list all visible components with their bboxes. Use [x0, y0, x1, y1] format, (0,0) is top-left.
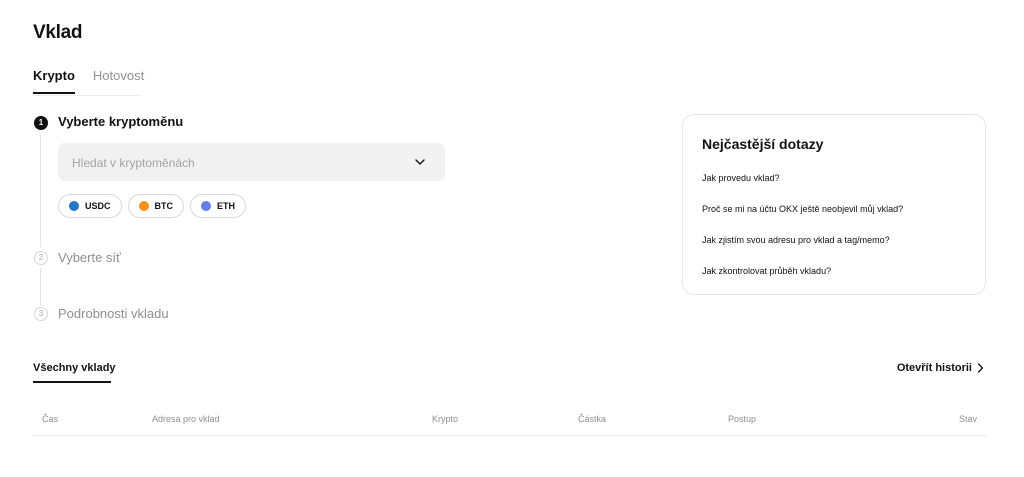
faq-link[interactable]: Jak zkontrolovat průběh vkladu?: [702, 266, 831, 276]
column-header-progress: Postup: [728, 414, 757, 424]
tab-hotovost[interactable]: Hotovost: [93, 67, 144, 94]
column-header-crypto: Krypto: [432, 414, 459, 424]
coin-chip-usdc[interactable]: USDC: [58, 194, 122, 218]
faq-link[interactable]: Proč se mi na účtu OKX ještě neobjevil m…: [702, 204, 903, 214]
usdc-icon: [69, 201, 79, 211]
faq-link[interactable]: Jak zjistím svou adresu pro vklad a tag/…: [702, 235, 890, 245]
tab-krypto[interactable]: Krypto: [33, 67, 75, 94]
column-header-address: Adresa pro vklad: [152, 414, 220, 424]
eth-icon: [201, 201, 212, 211]
deposit-tabs: Krypto Hotovost: [33, 67, 162, 95]
faq-link[interactable]: Jak provedu vklad?: [702, 173, 780, 183]
step-connector-2: [40, 268, 41, 306]
step-2-title: Vyberte síť: [58, 250, 121, 265]
coin-chip-btc[interactable]: BTC: [127, 194, 185, 218]
column-header-time: Čas: [42, 414, 59, 424]
page-title: Vklad: [33, 22, 83, 43]
coin-chip-label: BTC: [154, 201, 174, 211]
step-3-badge: 3: [34, 307, 48, 321]
coin-chip-label: USDC: [85, 201, 111, 211]
step-1-badge: 1: [34, 116, 48, 130]
table-header-divider: [33, 435, 987, 436]
all-deposits-tab-underline: [33, 381, 111, 383]
coin-chip-label: ETH: [217, 201, 236, 211]
step-1-title: Vyberte kryptoměnu: [58, 114, 184, 129]
step-connector-1: [40, 135, 41, 247]
faq-title: Nejčastější dotazy: [702, 136, 824, 152]
open-history-label: Otevřít historii: [896, 362, 972, 374]
quick-coin-list: USDC BTC ETH: [58, 194, 252, 218]
chevron-right-icon: [977, 363, 984, 373]
faq-card: Nejčastější dotazy Jak provedu vklad? Pr…: [682, 114, 986, 295]
crypto-search-field[interactable]: [58, 143, 445, 183]
coin-chip-eth[interactable]: ETH: [190, 194, 247, 218]
btc-icon: [138, 201, 149, 211]
step-3-title: Podrobnosti vkladu: [58, 306, 169, 321]
tabs-divider: [33, 95, 142, 96]
step-2-badge: 2: [34, 251, 48, 265]
open-history-link[interactable]: Otevřít historii: [897, 362, 984, 374]
all-deposits-tab[interactable]: Všechny vklady: [33, 362, 116, 374]
column-header-status: Stav: [958, 414, 977, 424]
crypto-search-input[interactable]: [70, 143, 394, 183]
column-header-amount: Částka: [578, 414, 607, 424]
chevron-down-icon[interactable]: [414, 156, 426, 168]
